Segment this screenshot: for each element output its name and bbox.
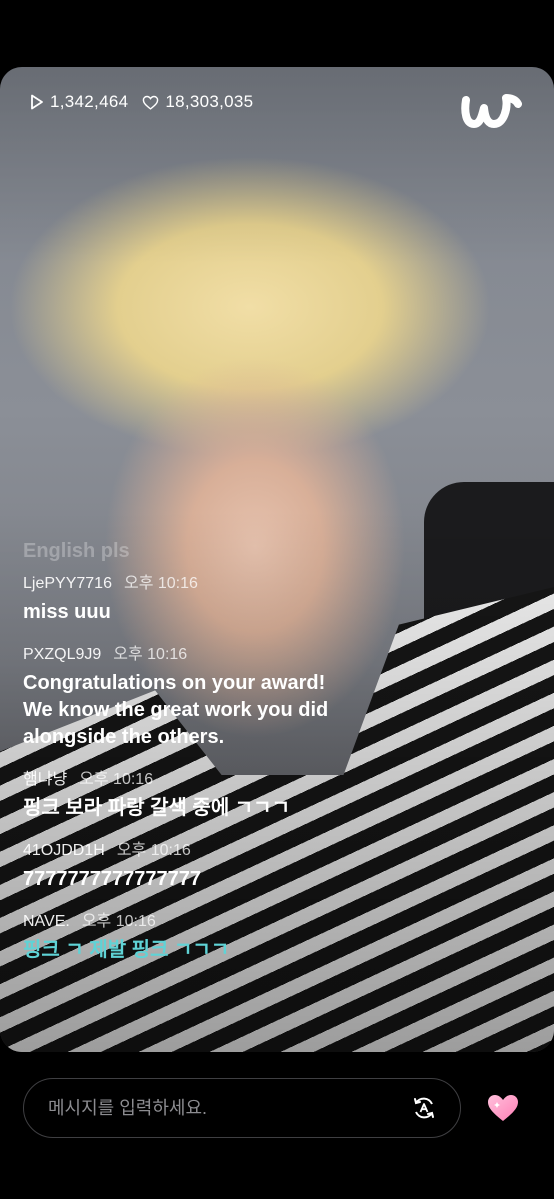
chat-message: LjePYY7716 오후 10:16 miss uuu	[23, 569, 343, 626]
chat-text: miss uuu	[23, 601, 111, 623]
chat-text: Congratulations on your award! We know t…	[23, 672, 329, 748]
chat-text: 핑크 보라 파랑 갈색 중에 ㄱㄱㄱ	[23, 797, 290, 819]
chat-message: 햄냐냥 오후 10:16 핑크 보라 파랑 갈색 중에 ㄱㄱㄱ	[23, 765, 343, 822]
heart-outline-icon	[143, 95, 159, 110]
chat-username[interactable]: NAVE.	[23, 913, 70, 931]
chat-username[interactable]: PXZQL9J9	[23, 646, 101, 664]
play-icon	[31, 94, 43, 110]
message-input-bar	[23, 1078, 461, 1138]
chat-message: 41OJDD1H 오후 10:16 7777777777777777	[23, 836, 343, 893]
chat-username[interactable]: LjePYY7716	[23, 575, 112, 593]
like-count: 18,303,035	[142, 92, 253, 112]
play-count: 1,342,464	[30, 92, 128, 112]
chat-time: 오후 10:16	[113, 646, 188, 663]
chat-message: NAVE. 오후 10:16 핑크 ㄱ 제발 핑크 ㄱㄱㄱ	[23, 907, 343, 964]
chat-time: 오후 10:16	[123, 575, 198, 592]
chat-username[interactable]: 41OJDD1H	[23, 842, 105, 860]
heart-filled-icon[interactable]	[486, 1093, 520, 1123]
live-stats: 1,342,464 18,303,035	[30, 92, 253, 112]
translate-button[interactable]	[410, 1094, 438, 1122]
faded-chat-message: English pls	[23, 540, 130, 562]
live-chat: English pls LjePYY7716 오후 10:16 miss uuu …	[23, 540, 343, 978]
translate-icon	[414, 1097, 434, 1119]
chat-username[interactable]: 햄냐냥	[23, 765, 67, 789]
message-input[interactable]	[46, 1096, 410, 1120]
chat-text: 7777777777777777	[23, 868, 201, 890]
chat-time: 오후 10:16	[116, 842, 191, 859]
weverse-logo-icon	[461, 94, 522, 128]
chat-time: 오후 10:16	[79, 771, 154, 788]
like-count-value: 18,303,035	[165, 92, 254, 111]
chat-time: 오후 10:16	[81, 913, 156, 930]
chat-message: PXZQL9J9 오후 10:16 Congratulations on your…	[23, 640, 343, 751]
chat-text: 핑크 ㄱ 제발 핑크 ㄱㄱㄱ	[23, 939, 230, 961]
play-count-value: 1,342,464	[50, 92, 129, 111]
